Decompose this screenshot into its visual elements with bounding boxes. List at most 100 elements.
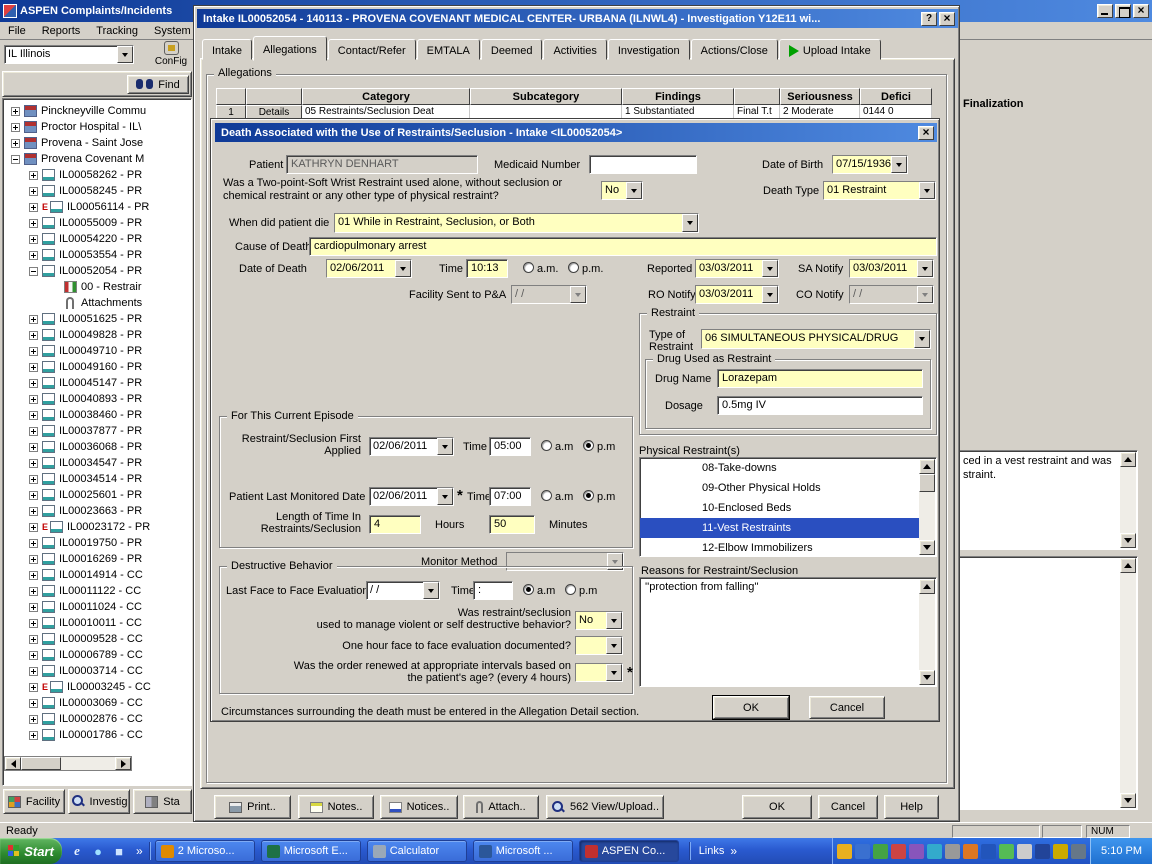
dropdown-arrow-icon[interactable]	[117, 46, 133, 63]
tree-expander-icon[interactable]	[29, 251, 38, 260]
dropdown-arrow-icon[interactable]	[437, 438, 453, 455]
tree-expander-icon[interactable]	[29, 651, 38, 660]
dropdown-arrow-icon[interactable]	[891, 156, 907, 173]
minimize-button[interactable]	[1097, 4, 1113, 18]
tree-item[interactable]: IL00009528 - CC	[3, 631, 191, 647]
dropdown-arrow-icon[interactable]	[762, 260, 778, 277]
quick-launch-icon[interactable]: ■	[110, 842, 128, 860]
tree-expander-icon[interactable]	[29, 219, 38, 228]
tree-expander-icon[interactable]	[29, 411, 38, 420]
secondary-vscrollbar[interactable]	[1120, 558, 1136, 808]
tree-item[interactable]: IL00053554 - PR	[3, 247, 191, 263]
tree-item[interactable]: IL00054220 - PR	[3, 231, 191, 247]
menu-item[interactable]: File	[0, 23, 34, 39]
when-died-combo[interactable]: 01 While in Restraint, Seclusion, or Bot…	[334, 213, 699, 233]
tree-item[interactable]: IL00040893 - PR	[3, 391, 191, 407]
scroll-right-icon[interactable]	[115, 757, 131, 770]
tree-item[interactable]: IL00011122 - CC	[3, 583, 191, 599]
tree-item[interactable]: 00 - Restrair	[3, 279, 191, 295]
column-header[interactable]: Defici	[860, 88, 932, 105]
intake-close-button[interactable]	[939, 12, 955, 26]
wrist-combo[interactable]: No	[601, 181, 643, 200]
scroll-up-icon[interactable]	[919, 579, 935, 594]
memo-vscrollbar[interactable]	[919, 579, 935, 685]
first-applied-am-radio[interactable]	[541, 440, 552, 451]
narrative-text-box[interactable]: ced in a vest restraint and was straint.	[958, 450, 1138, 550]
tree-item[interactable]: IL00023172 - PR	[3, 519, 191, 535]
dropdown-arrow-icon[interactable]	[626, 182, 642, 199]
notes-button[interactable]: Notes..	[298, 795, 374, 819]
tree-expander-icon[interactable]	[29, 347, 38, 356]
state-selector[interactable]: IL Illinois	[4, 45, 134, 64]
column-header[interactable]	[216, 88, 246, 105]
links-overflow[interactable]: »	[728, 844, 739, 858]
help-button[interactable]	[921, 12, 937, 26]
tree-item[interactable]: IL00034547 - PR	[3, 455, 191, 471]
print-button[interactable]: Print..	[214, 795, 291, 819]
scroll-thumb[interactable]	[919, 474, 935, 492]
tree-item[interactable]: IL00011024 - CC	[3, 599, 191, 615]
tray-icon[interactable]	[873, 844, 888, 859]
tree-item[interactable]: IL00014914 - CC	[3, 567, 191, 583]
death-time-field[interactable]: 10:13	[466, 259, 508, 278]
menu-item[interactable]: Tracking	[88, 23, 146, 39]
dropdown-arrow-icon[interactable]	[919, 182, 935, 199]
death-dialog-close-button[interactable]	[918, 126, 934, 140]
order-renewed-combo[interactable]	[575, 663, 623, 682]
taskbar-task-button[interactable]: 2 Microso...	[155, 840, 255, 862]
intake-tab[interactable]: Contact/Refer	[328, 39, 416, 60]
death-pm-radio[interactable]	[568, 262, 579, 273]
tree-item[interactable]: IL00003245 - CC	[3, 679, 191, 695]
tray-icon[interactable]	[891, 844, 906, 859]
column-header[interactable]: Findings	[622, 88, 734, 105]
length-hours-field[interactable]: 4	[369, 515, 421, 534]
dropdown-arrow-icon[interactable]	[606, 612, 622, 629]
face-to-face-time-field[interactable]: :	[473, 581, 513, 600]
scroll-up-icon[interactable]	[1120, 452, 1136, 467]
dob-combo[interactable]: 07/15/1936	[832, 155, 908, 174]
intake-tab[interactable]: Allegations	[253, 36, 327, 61]
secondary-text-box[interactable]	[958, 556, 1138, 810]
tray-icon[interactable]	[909, 844, 924, 859]
tree-item[interactable]: IL00049710 - PR	[3, 343, 191, 359]
menu-item[interactable]: System	[146, 23, 199, 39]
taskbar-task-button[interactable]: ASPEN Co...	[579, 840, 679, 862]
tree-item[interactable]: IL00049160 - PR	[3, 359, 191, 375]
tree-item[interactable]: IL00001786 - CC	[3, 727, 191, 743]
tree-expander-icon[interactable]	[29, 443, 38, 452]
physical-restraint-option[interactable]: 12-Elbow Immobilizers	[640, 538, 919, 557]
tree-expander-icon[interactable]	[29, 459, 38, 468]
taskbar-task-button[interactable]: Microsoft E...	[261, 840, 361, 862]
intake-tab[interactable]: Actions/Close	[691, 39, 778, 60]
death-dialog-titlebar[interactable]: Death Associated with the Use of Restrai…	[215, 123, 937, 142]
intake-help-button[interactable]: Help	[884, 795, 939, 819]
tree-item[interactable]: IL00045147 - PR	[3, 375, 191, 391]
tree-expander-icon[interactable]	[29, 267, 38, 276]
tree-item[interactable]: IL00036068 - PR	[3, 439, 191, 455]
dropdown-arrow-icon[interactable]	[917, 260, 933, 277]
face-to-face-date-combo[interactable]: / /	[366, 581, 440, 600]
death-ok-button[interactable]: OK	[713, 696, 789, 719]
last-monitored-am-radio[interactable]	[541, 490, 552, 501]
physical-restraint-option[interactable]: 10-Enclosed Beds	[640, 498, 919, 518]
taskbar-task-button[interactable]: Calculator	[367, 840, 467, 862]
intake-titlebar[interactable]: Intake IL00052054 - 140113 - PROVENA COV…	[197, 9, 958, 28]
face-to-face-pm-radio[interactable]	[565, 584, 576, 595]
date-of-death-combo[interactable]: 02/06/2011	[326, 259, 412, 278]
intake-tab[interactable]: Deemed	[481, 39, 543, 60]
tree-expander-icon[interactable]	[29, 683, 38, 692]
tree-expander-icon[interactable]	[11, 123, 20, 132]
start-button[interactable]: Start	[0, 838, 62, 864]
tree-expander-icon[interactable]	[29, 699, 38, 708]
tree-item[interactable]: IL00019750 - PR	[3, 535, 191, 551]
tray-icon[interactable]	[1035, 844, 1050, 859]
violent-question-combo[interactable]: No	[575, 611, 623, 630]
sidebar-tab-staff[interactable]: Sta	[133, 789, 192, 814]
tree-expander-icon[interactable]	[29, 363, 38, 372]
tray-icon[interactable]	[837, 844, 852, 859]
close-button[interactable]	[1133, 4, 1149, 18]
column-header[interactable]	[246, 88, 302, 105]
tree-expander-icon[interactable]	[11, 139, 20, 148]
intake-tab[interactable]: Intake	[202, 39, 252, 60]
taskbar-task-button[interactable]: Microsoft ...	[473, 840, 573, 862]
